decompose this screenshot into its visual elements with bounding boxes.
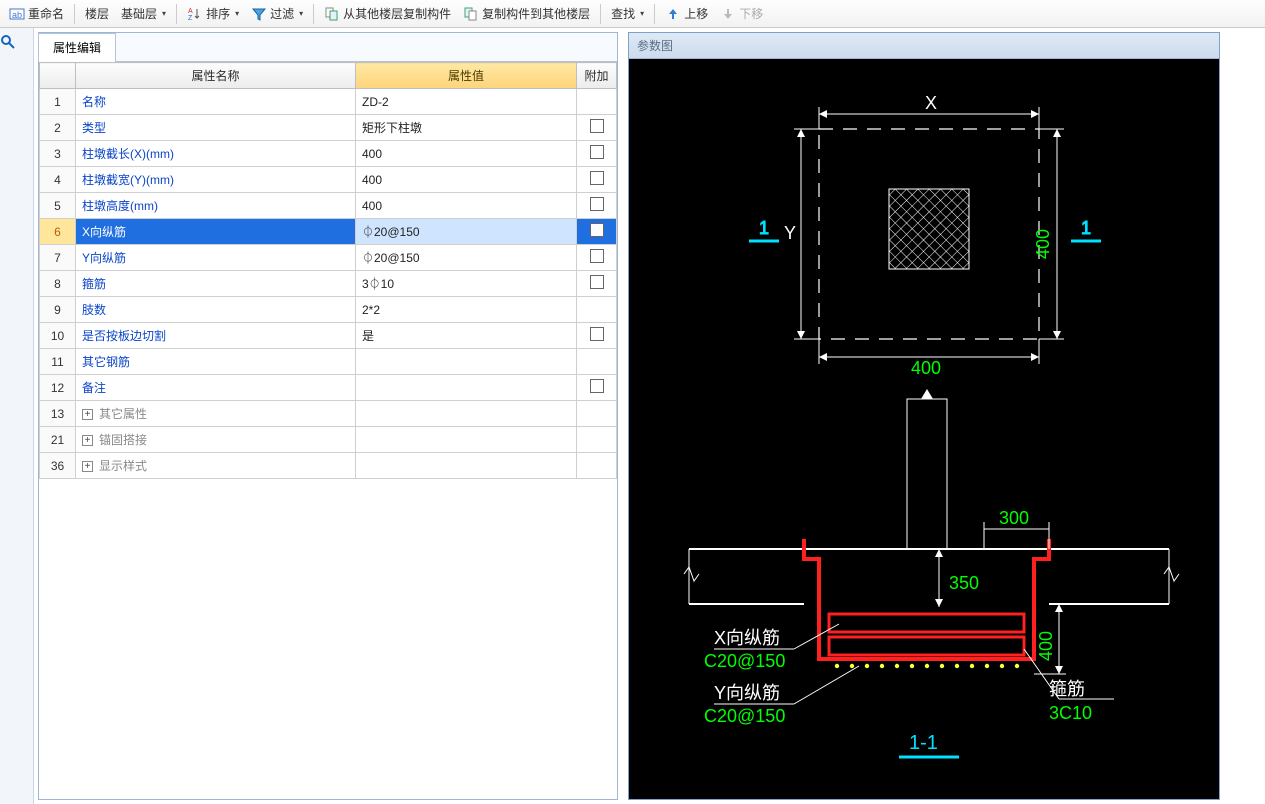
table-row[interactable]: 6X向纵筋⏀20@150 <box>40 219 617 245</box>
svg-text:ab: ab <box>12 10 22 20</box>
base-layer-dropdown[interactable]: 基础层 <box>116 3 171 24</box>
stirrup-label: 箍筋 <box>1049 679 1085 699</box>
table-row[interactable]: 8箍筋3⏀10 <box>40 271 617 297</box>
table-row[interactable]: 7Y向纵筋⏀20@150 <box>40 245 617 271</box>
expand-icon[interactable]: + <box>82 435 93 446</box>
table-row[interactable]: 10是否按板边切割是 <box>40 323 617 349</box>
table-row[interactable]: 1名称ZD-2 <box>40 89 617 115</box>
filter-label: 过滤 <box>270 5 294 22</box>
table-row[interactable]: 36+显示样式 <box>40 453 617 479</box>
floor-label[interactable]: 楼层 <box>80 3 114 24</box>
move-up-label: 上移 <box>684 5 708 22</box>
diagram-body: X Y 400 400 1 <box>629 59 1219 799</box>
diagram-title: 参数图 <box>629 33 1219 59</box>
expand-icon[interactable]: + <box>82 409 93 420</box>
dim-400-right: 400 <box>1033 229 1053 259</box>
rename-icon: ab <box>9 6 25 22</box>
dim-350: 350 <box>949 573 979 593</box>
table-row[interactable]: 13+其它属性 <box>40 401 617 427</box>
dim-y: Y <box>784 223 796 243</box>
y-rebar-value: C20@150 <box>704 706 785 726</box>
section-label: 1-1 <box>909 732 938 754</box>
filter-icon <box>251 6 267 22</box>
table-row[interactable]: 3柱墩截长(X)(mm)400 <box>40 141 617 167</box>
stirrup-value: 3C10 <box>1049 703 1092 723</box>
copy-from-label: 从其他楼层复制构件 <box>343 5 451 22</box>
filter-button[interactable]: 过滤 <box>246 3 308 24</box>
x-rebar-value: C20@150 <box>704 651 785 671</box>
arrow-up-icon <box>665 6 681 22</box>
checkbox[interactable] <box>590 171 604 185</box>
checkbox[interactable] <box>590 275 604 289</box>
table-row[interactable]: 11其它钢筋 <box>40 349 617 375</box>
move-down-label: 下移 <box>739 5 763 22</box>
copy-to-label: 复制构件到其他楼层 <box>482 5 590 22</box>
table-row[interactable]: 5柱墩高度(mm)400 <box>40 193 617 219</box>
table-row[interactable]: 4柱墩截宽(Y)(mm)400 <box>40 167 617 193</box>
checkbox[interactable] <box>590 379 604 393</box>
toolbar: ab 重命名 楼层 基础层 AZ 排序 过滤 从其他楼层复制构件 复制构件到其他… <box>0 0 1265 28</box>
sort-button[interactable]: AZ 排序 <box>182 3 244 24</box>
property-panel: 属性编辑 属性名称 属性值 附加 1名称ZD-22类型矩形下柱墩3柱墩截长(X)… <box>38 32 618 800</box>
table-row[interactable]: 2类型矩形下柱墩 <box>40 115 617 141</box>
move-up-button[interactable]: 上移 <box>660 3 713 24</box>
move-down-button[interactable]: 下移 <box>715 3 768 24</box>
property-table: 属性名称 属性值 附加 1名称ZD-22类型矩形下柱墩3柱墩截长(X)(mm)4… <box>39 62 617 479</box>
arrow-down-icon <box>720 6 736 22</box>
col-extra: 附加 <box>577 63 617 89</box>
copy-to-icon <box>463 6 479 22</box>
rename-label: 重命名 <box>28 5 64 22</box>
svg-text:A: A <box>188 8 193 15</box>
checkbox[interactable] <box>590 145 604 159</box>
expand-icon[interactable]: + <box>82 461 93 472</box>
dim-x: X <box>925 93 937 113</box>
sort-icon: AZ <box>187 6 203 22</box>
copy-to-button[interactable]: 复制构件到其他楼层 <box>458 3 595 24</box>
col-name: 属性名称 <box>76 63 356 89</box>
checkbox[interactable] <box>590 223 604 237</box>
section-mark-left: 1 <box>759 218 769 238</box>
find-button[interactable]: 查找 <box>606 3 649 24</box>
checkbox[interactable] <box>590 249 604 263</box>
dim-300: 300 <box>999 508 1029 528</box>
table-row[interactable]: 21+锚固搭接 <box>40 427 617 453</box>
dim-400-bottom: 400 <box>911 358 941 378</box>
search-icon[interactable] <box>0 34 33 50</box>
left-strip <box>0 28 34 804</box>
checkbox[interactable] <box>590 197 604 211</box>
diagram-panel: 参数图 <box>628 32 1220 800</box>
sort-label: 排序 <box>206 5 230 22</box>
dim-400-sec: 400 <box>1036 631 1056 661</box>
checkbox[interactable] <box>590 119 604 133</box>
table-row[interactable]: 12备注 <box>40 375 617 401</box>
rename-button[interactable]: ab 重命名 <box>4 3 69 24</box>
table-row[interactable]: 9肢数2*2 <box>40 297 617 323</box>
copy-from-icon <box>324 6 340 22</box>
svg-text:Z: Z <box>188 15 193 22</box>
col-value: 属性值 <box>356 63 577 89</box>
copy-from-button[interactable]: 从其他楼层复制构件 <box>319 3 456 24</box>
checkbox[interactable] <box>590 327 604 341</box>
tab-property-edit[interactable]: 属性编辑 <box>38 33 116 62</box>
x-rebar-label: X向纵筋 <box>714 628 780 648</box>
y-rebar-label: Y向纵筋 <box>714 683 780 703</box>
section-mark-right: 1 <box>1081 218 1091 238</box>
